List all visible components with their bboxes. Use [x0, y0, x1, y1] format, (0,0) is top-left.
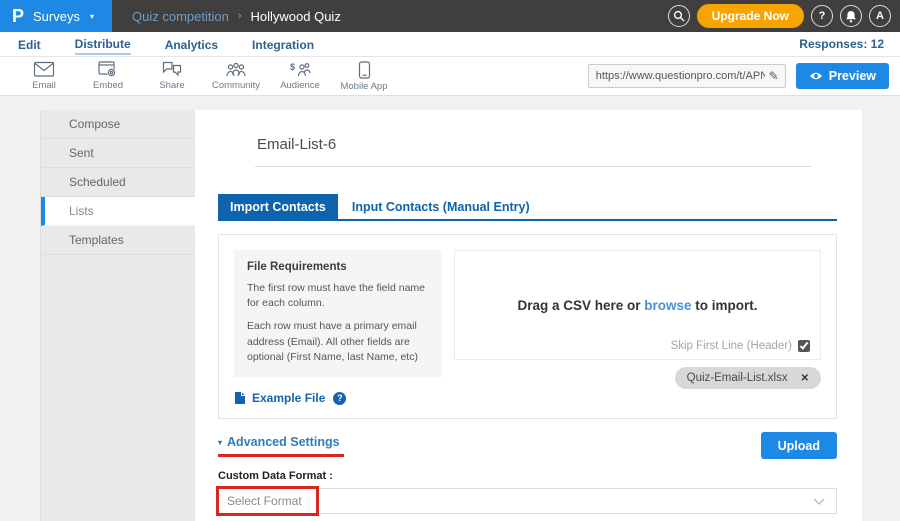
tab-input-contacts-manual[interactable]: Input Contacts (Manual Entry): [340, 194, 542, 219]
tab-distribute[interactable]: Distribute: [75, 34, 131, 55]
search-icon: [673, 10, 685, 22]
caret-down-icon: ▾: [218, 438, 222, 447]
preview-button[interactable]: Preview: [796, 63, 889, 89]
example-file-link[interactable]: Example File: [252, 391, 325, 405]
channel-label: Community: [212, 80, 260, 91]
help-button[interactable]: ?: [811, 5, 833, 27]
skip-first-line-row: Skip First Line (Header): [671, 340, 810, 352]
chevron-down-icon: [813, 498, 825, 505]
example-file-help-icon[interactable]: ?: [333, 392, 346, 405]
browse-link[interactable]: browse: [644, 298, 691, 313]
uploaded-file-chip[interactable]: Quiz-Email-List.xlsx ✕: [675, 367, 821, 389]
sidebar-item-lists[interactable]: Lists: [41, 197, 195, 226]
lists-panel: Import Contacts Input Contacts (Manual E…: [195, 110, 862, 521]
channel-share[interactable]: Share: [140, 61, 204, 91]
file-requirements-box: File Requirements The first row must hav…: [234, 250, 442, 377]
page-body: Compose Sent Scheduled Lists Templates I…: [0, 96, 900, 521]
contacts-tabs: Import Contacts Input Contacts (Manual E…: [218, 194, 837, 221]
dropzone-text: Drag a CSV here or browse to import.: [517, 298, 757, 313]
dropzone-text-after: to import.: [695, 298, 757, 313]
share-icon: [161, 61, 183, 78]
custom-data-format-label: Custom Data Format :: [218, 470, 837, 482]
channel-label: Embed: [93, 80, 123, 91]
search-button[interactable]: [668, 5, 690, 27]
questionpro-logo-icon: P: [12, 7, 24, 25]
breadcrumb-separator-icon: ›: [238, 10, 242, 22]
advanced-settings-toggle[interactable]: ▾ Advanced Settings: [218, 432, 344, 457]
svg-text:$: $: [290, 62, 295, 72]
survey-url-box: ✎: [588, 64, 786, 88]
remove-file-icon[interactable]: ✕: [801, 373, 809, 384]
sidebar-item-scheduled[interactable]: Scheduled: [41, 168, 195, 197]
eye-icon: [809, 71, 823, 81]
email-icon: [33, 61, 55, 78]
list-name-input[interactable]: [255, 136, 812, 167]
responses-count[interactable]: Responses: 12: [799, 37, 884, 51]
mobile-app-icon: [358, 61, 371, 79]
uploaded-file-name: Quiz-Email-List.xlsx: [687, 372, 788, 384]
file-requirements-title: File Requirements: [247, 261, 429, 273]
survey-nav: Edit Distribute Analytics Integration Re…: [0, 32, 900, 57]
file-requirements-column: File Requirements The first row must hav…: [234, 250, 442, 405]
channel-embed[interactable]: Embed: [76, 61, 140, 91]
channel-label: Share: [159, 80, 184, 91]
sidebar-item-templates[interactable]: Templates: [41, 226, 195, 255]
embed-icon: [98, 61, 118, 78]
channel-label: Email: [32, 80, 56, 91]
avatar-letter: A: [876, 10, 884, 22]
channel-label: Audience: [280, 80, 320, 91]
sidebar-item-compose[interactable]: Compose: [41, 110, 195, 139]
uploaded-file-row: Quiz-Email-List.xlsx ✕: [454, 367, 821, 389]
product-menu-label: Surveys: [33, 9, 80, 24]
tab-integration[interactable]: Integration: [252, 35, 314, 54]
upgrade-now-button[interactable]: Upgrade Now: [697, 4, 804, 28]
file-icon: [234, 391, 246, 405]
distribute-toolbar: Email Embed Share Community $ Audience M…: [0, 57, 900, 96]
file-requirements-line2: Each row must have a primary email addre…: [247, 319, 429, 365]
notifications-button[interactable]: [840, 5, 862, 27]
custom-data-format-select[interactable]: Select Format: [218, 488, 837, 514]
toolbar-right: ✎ Preview: [588, 63, 900, 89]
list-name-wrap: [255, 136, 812, 167]
skip-first-line-checkbox[interactable]: [798, 340, 810, 352]
survey-url-input[interactable]: [589, 70, 767, 82]
breadcrumb-parent[interactable]: Quiz competition: [132, 9, 229, 24]
top-header: P Surveys ▾ Quiz competition › Hollywood…: [0, 0, 900, 32]
bell-icon: [845, 10, 857, 23]
help-icon: ?: [819, 10, 826, 22]
channel-audience[interactable]: $ Audience: [268, 61, 332, 91]
preview-label: Preview: [829, 69, 876, 83]
email-sidebar: Compose Sent Scheduled Lists Templates: [40, 110, 195, 521]
header-actions: Upgrade Now ? A: [668, 4, 900, 28]
example-file-row: Example File ?: [234, 391, 442, 405]
product-switcher[interactable]: P Surveys ▾: [0, 0, 112, 32]
advanced-settings-label: Advanced Settings: [227, 435, 340, 449]
breadcrumb: Quiz competition › Hollywood Quiz: [132, 9, 341, 24]
audience-icon: $: [289, 61, 311, 78]
select-format-value: Select Format: [219, 489, 836, 513]
csv-dropzone[interactable]: Drag a CSV here or browse to import. Ski…: [454, 250, 821, 360]
dropzone-text-before: Drag a CSV here or: [517, 298, 640, 313]
upload-button[interactable]: Upload: [761, 432, 837, 459]
channel-label: Mobile App: [340, 81, 387, 92]
channel-community[interactable]: Community: [204, 62, 268, 91]
chevron-down-icon: ▾: [90, 12, 94, 21]
channel-mobile-app[interactable]: Mobile App: [332, 61, 396, 92]
tab-edit[interactable]: Edit: [18, 35, 41, 54]
tab-analytics[interactable]: Analytics: [165, 35, 218, 54]
file-requirements-line1: The first row must have the field name f…: [247, 281, 429, 311]
tab-import-contacts[interactable]: Import Contacts: [218, 194, 338, 219]
upload-column: Drag a CSV here or browse to import. Ski…: [454, 250, 821, 405]
breadcrumb-current: Hollywood Quiz: [251, 9, 341, 24]
skip-first-line-label: Skip First Line (Header): [671, 340, 792, 352]
sidebar-item-sent[interactable]: Sent: [41, 139, 195, 168]
community-icon: [225, 62, 247, 78]
channel-email[interactable]: Email: [12, 61, 76, 91]
avatar[interactable]: A: [869, 5, 891, 27]
edit-url-icon[interactable]: ✎: [767, 69, 785, 83]
actions-row: ▾ Advanced Settings Upload: [218, 432, 837, 459]
import-contacts-panel: File Requirements The first row must hav…: [218, 234, 837, 419]
